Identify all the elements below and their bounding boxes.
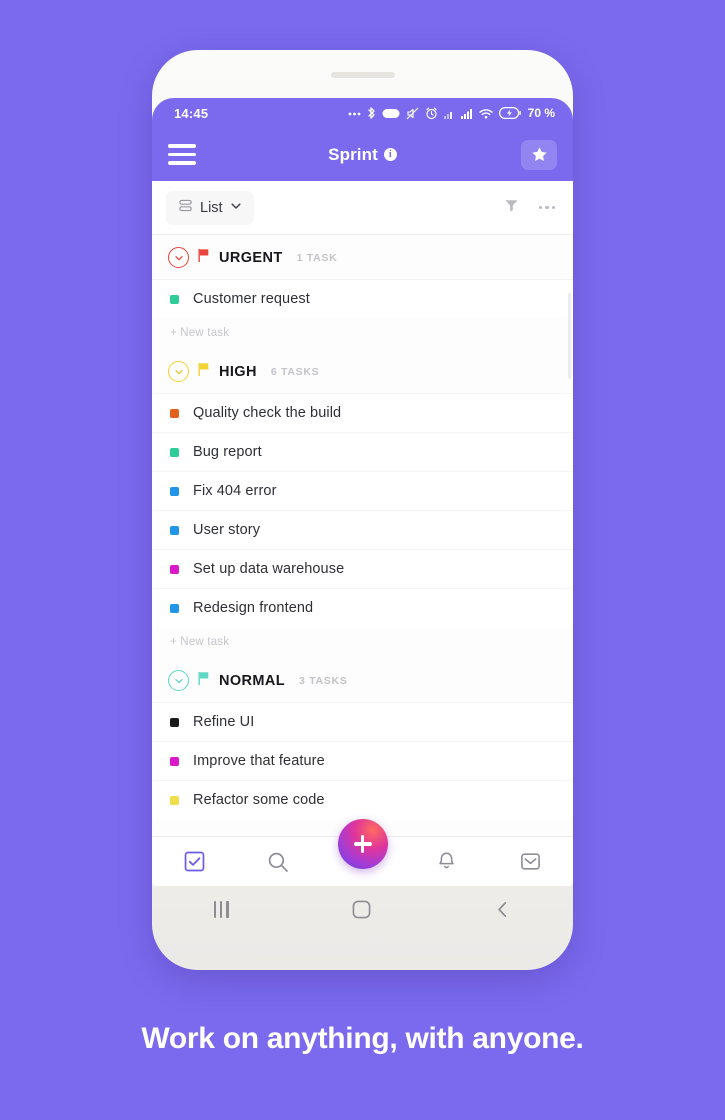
group-name: NORMAL bbox=[219, 672, 286, 689]
search-icon bbox=[269, 852, 289, 872]
nav-item-tasks[interactable] bbox=[152, 837, 236, 886]
status-time: 14:45 bbox=[174, 105, 209, 121]
star-icon bbox=[531, 147, 547, 162]
earpiece-speaker bbox=[330, 72, 395, 78]
more-dots-icon[interactable] bbox=[538, 205, 555, 210]
recents-button[interactable] bbox=[213, 900, 229, 918]
view-selector-label: List bbox=[200, 199, 223, 216]
task-row[interactable]: Improve that feature bbox=[152, 741, 573, 780]
android-system-nav bbox=[152, 886, 573, 932]
nav-item-inbox[interactable] bbox=[489, 837, 573, 886]
collapse-toggle-icon[interactable] bbox=[168, 247, 189, 268]
group-name: HIGH bbox=[219, 363, 257, 380]
group-header-high[interactable]: HIGH 6 TASKS bbox=[152, 349, 573, 393]
chevron-down-icon bbox=[230, 199, 242, 217]
battery-charging-icon bbox=[498, 107, 521, 119]
task-name: Fix 404 error bbox=[193, 483, 277, 499]
new-task-button-urgent[interactable]: + New task bbox=[152, 318, 573, 349]
alarm-icon bbox=[425, 107, 438, 120]
new-task-button-high[interactable]: + New task bbox=[152, 627, 573, 658]
task-status-dot bbox=[170, 795, 179, 805]
toolbar-actions bbox=[504, 198, 555, 218]
task-row[interactable]: Customer request bbox=[152, 279, 573, 318]
task-row[interactable]: Refactor some code bbox=[152, 780, 573, 819]
group-count: 1 TASK bbox=[296, 251, 338, 264]
signal-bars-2-icon bbox=[460, 108, 473, 119]
task-row[interactable]: Fix 404 error bbox=[152, 471, 573, 510]
status-icon-group: 70 % bbox=[348, 106, 555, 120]
list-rows-icon bbox=[178, 198, 193, 218]
task-name: Redesign frontend bbox=[193, 600, 314, 616]
page-title-text: Sprint bbox=[328, 144, 378, 164]
collapse-toggle-icon[interactable] bbox=[168, 670, 189, 691]
task-list[interactable]: URGENT 1 TASK Customer request + New tas… bbox=[152, 235, 573, 836]
nav-item-notifications[interactable] bbox=[405, 837, 489, 886]
back-chevron-icon bbox=[498, 901, 507, 917]
task-row[interactable]: Bug report bbox=[152, 432, 573, 471]
wifi-icon bbox=[478, 108, 493, 119]
collapse-toggle-icon[interactable] bbox=[168, 361, 189, 382]
task-name: Set up data warehouse bbox=[193, 561, 345, 577]
task-status-dot bbox=[170, 525, 179, 535]
scrollbar[interactable] bbox=[568, 293, 571, 379]
info-icon[interactable]: i bbox=[383, 148, 397, 161]
priority-flag-icon bbox=[197, 671, 211, 691]
task-name: User story bbox=[193, 522, 261, 538]
task-status-dot bbox=[170, 486, 179, 496]
list-toolbar: List bbox=[152, 181, 573, 235]
page-title: Sprint i bbox=[152, 145, 573, 165]
status-bar: 14:45 70 % bbox=[152, 98, 573, 128]
task-status-dot bbox=[170, 756, 179, 766]
back-button[interactable] bbox=[494, 900, 511, 919]
hamburger-icon[interactable] bbox=[168, 144, 196, 165]
battery-percent: 70 % bbox=[527, 106, 555, 120]
ellipsis-icon bbox=[348, 108, 361, 118]
task-name: Quality check the build bbox=[193, 405, 342, 421]
marketing-caption: Work on anything, with anyone. bbox=[141, 1022, 584, 1055]
signal-bars-icon bbox=[443, 108, 455, 119]
priority-flag-icon bbox=[197, 248, 211, 268]
filter-funnel-icon[interactable] bbox=[504, 198, 519, 218]
task-status-dot bbox=[170, 564, 179, 574]
recents-icon bbox=[213, 900, 229, 918]
group-name: URGENT bbox=[219, 249, 283, 266]
task-name: Improve that feature bbox=[193, 753, 325, 769]
bottom-navigation bbox=[152, 819, 573, 886]
create-new-button[interactable] bbox=[337, 819, 388, 869]
task-row[interactable]: User story bbox=[152, 510, 573, 549]
task-status-dot bbox=[170, 603, 179, 613]
nav-item-search[interactable] bbox=[236, 837, 320, 886]
capsule-icon bbox=[382, 108, 400, 119]
task-row[interactable]: Redesign frontend bbox=[152, 588, 573, 627]
task-name: Refactor some code bbox=[193, 792, 325, 808]
group-count: 6 TASKS bbox=[270, 365, 320, 378]
task-status-dot bbox=[170, 717, 179, 727]
phone-screen: 14:45 70 % Sprint i List URGENT 1 TASK C… bbox=[152, 98, 573, 886]
bell-notifications-icon bbox=[439, 852, 454, 869]
task-name: Bug report bbox=[193, 444, 262, 460]
group-count: 3 TASKS bbox=[299, 674, 348, 687]
app-header: Sprint i bbox=[152, 128, 573, 181]
favorite-star-button[interactable] bbox=[521, 139, 557, 170]
task-status-dot bbox=[170, 408, 179, 418]
task-status-dot bbox=[170, 447, 179, 457]
mute-icon bbox=[406, 107, 419, 120]
inbox-icon bbox=[521, 853, 541, 870]
task-name: Customer request bbox=[193, 291, 310, 307]
bluetooth-icon bbox=[367, 106, 376, 120]
group-header-normal[interactable]: NORMAL 3 TASKS bbox=[152, 658, 573, 702]
task-row[interactable]: Set up data warehouse bbox=[152, 549, 573, 588]
task-status-dot bbox=[170, 294, 179, 304]
home-icon bbox=[352, 900, 371, 918]
group-header-urgent[interactable]: URGENT 1 TASK bbox=[152, 235, 573, 279]
task-row[interactable]: Refine UI bbox=[152, 702, 573, 741]
task-row[interactable]: Quality check the build bbox=[152, 393, 573, 432]
priority-flag-icon bbox=[197, 362, 211, 382]
view-selector-chip[interactable]: List bbox=[166, 190, 254, 225]
task-name: Refine UI bbox=[193, 714, 255, 730]
home-button[interactable] bbox=[352, 900, 371, 919]
checkbox-tasks-icon bbox=[184, 851, 204, 872]
